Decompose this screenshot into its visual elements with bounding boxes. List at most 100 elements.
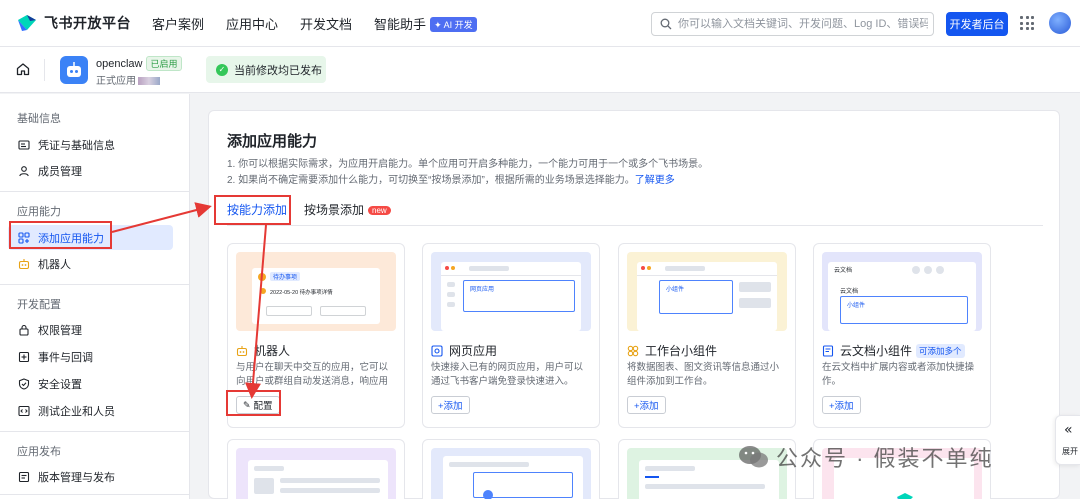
top-navbar: 飞书开放平台 客户案例 应用中心 开发文档 智能助手✦ AI 开发 开发者后台 [0,0,1080,47]
card-title-text: 机器人 [254,344,291,358]
sidebar-group-basic: 基础信息 [17,113,61,125]
sidebar-item-events[interactable]: 事件与回调 [8,344,173,369]
sidebar-item-members[interactable]: 成员管理 [8,158,173,183]
preview-highlight: 小组件 [840,296,968,324]
learn-more-link[interactable]: 了解更多 [635,175,675,186]
preview-window: 待办事项 2022-05-20 待办事项详情 [252,268,380,324]
preview-window [248,460,388,499]
expand-label: 展开 [1062,447,1078,456]
sidebar-item-test-enterprise[interactable]: 测试企业和人员 [8,398,173,423]
preview-highlight: 网页应用 [463,280,575,312]
user-avatar[interactable] [1049,12,1071,34]
annotation-box-sidebar [9,221,112,249]
sidebar-item-security[interactable]: 安全设置 [8,371,173,396]
brand[interactable]: 飞书开放平台 [16,13,142,33]
sidebar-item-label: 测试企业和人员 [38,405,115,418]
document-icon [822,344,834,357]
card-title: 网页应用 [431,342,497,359]
nav-app-center[interactable]: 应用中心 [226,14,278,33]
preview-window: 小组件 [637,262,777,331]
divider [0,431,190,432]
capability-card-workplace-widget[interactable]: 小组件 工作台小组件 将数据图表、图文资讯等信息通过小组件添加到工作台。 +添加 [618,243,796,428]
app-icon [60,56,88,84]
tabs-divider [227,225,1043,226]
add-button[interactable]: +添加 [431,396,470,414]
bot-preview-image: 待办事项 2022-05-20 待办事项详情 [236,252,396,331]
nav-dev-docs[interactable]: 开发文档 [300,14,352,33]
app-grid-icon[interactable] [1020,16,1034,30]
new-badge: new [368,206,391,215]
search-input[interactable] [678,18,928,30]
robot-icon [236,345,248,357]
preview-label: 网页应用 [470,287,495,293]
web-app-icon [431,344,443,357]
preview-window [443,456,583,499]
search-box[interactable] [651,12,934,36]
nav-customer-cases[interactable]: 客户案例 [152,14,204,33]
credential-icon [18,139,30,151]
sidebar-item-label: 凭证与基础信息 [38,139,115,152]
preview-date: 2022-05-20 待办事项详情 [270,290,333,296]
sidebar-item-version[interactable]: 版本管理与发布 [8,464,173,489]
sidebar-item-permissions[interactable]: 权限管理 [8,317,173,342]
divider [0,191,190,192]
widget-icon [627,345,639,357]
description-line-1: 1. 你可以根据实际需求，为应用开启能力。单个应用可开启多种能力，一个能力可用于… [227,159,709,170]
sidebar-item-label: 机器人 [38,258,71,271]
tab-by-scenario[interactable]: 按场景添加 new [304,201,391,218]
sidebar: 基础信息 凭证与基础信息 成员管理 应用能力 添加应用能力 机器人 开发配置 权… [0,94,190,499]
card-title: 机器人 [236,342,290,359]
developer-console-button[interactable]: 开发者后台 [946,12,1008,36]
capability-card-row2-1[interactable] [227,439,405,499]
preview-window: 云文档 云文档 小组件 [828,262,976,331]
watermark-text: 公众号 · 假装不单纯 [776,446,994,471]
shield-icon [18,377,30,390]
sidebar-group-capability: 应用能力 [17,206,61,218]
sidebar-item-label: 事件与回调 [38,351,93,364]
sidebar-item-credentials[interactable]: 凭证与基础信息 [8,132,173,157]
add-button[interactable]: +添加 [822,396,861,414]
add-button[interactable]: +添加 [627,396,666,414]
web-app-preview-image: 网页应用 [431,252,591,331]
nav-ai-assistant[interactable]: 智能助手 ✦ AI 开发 [374,14,477,33]
card-title-text: 工作台小组件 [645,344,718,358]
card-preview-image [236,448,396,499]
sidebar-item-label: 权限管理 [38,324,82,337]
card-preview-image [431,448,591,499]
preview-label: 小组件 [847,303,866,309]
watermark: 公众号 · 假装不单纯 [738,441,994,473]
redacted-id [138,77,160,85]
card-title: 工作台小组件 [627,342,717,359]
wechat-icon [739,446,768,468]
capability-card-row2-2[interactable] [422,439,600,499]
user-icon [18,165,30,177]
capability-card-doc-widget[interactable]: 云文档 云文档 小组件 云文档小组件 可添加多个 在云文档中扩展内容或者添加快捷… [813,243,991,428]
app-header-bar: openclaw 已启用 正式应用 ✓ 当前修改均已发布 [0,47,1080,93]
event-icon [18,351,30,363]
card-title-text: 网页应用 [449,344,498,358]
sidebar-item-bot[interactable]: 机器人 [8,251,173,276]
annotation-box-configure [226,390,281,416]
card-description: 将数据图表、图文资讯等信息通过小组件添加到工作台。 [627,362,780,387]
sidebar-group-dev: 开发配置 [17,299,61,311]
publish-status-text: 当前修改均已发布 [234,64,322,77]
capability-card-web-app[interactable]: 网页应用 网页应用 快速接入已有的网页应用，用户可以通过飞书客户端免登录快速进入… [422,243,600,428]
widget-preview-image: 小组件 [627,252,787,331]
preview-doc-title: 云文档 [834,268,853,274]
search-icon [660,18,672,30]
app-type: 正式应用 [96,72,160,87]
home-icon[interactable] [16,62,30,76]
preview-doc-sub: 云文档 [840,289,859,295]
annotation-box-tab [214,195,291,225]
divider [44,59,45,81]
divider [0,494,190,495]
card-title: 云文档小组件 可添加多个 [822,342,965,359]
brand-name: 飞书开放平台 [44,15,131,31]
multiple-badge: 可添加多个 [916,343,965,358]
card-description: 快速接入已有的网页应用，用户可以通过飞书客户端免登录快速进入。 [431,362,584,387]
chevron-double-left-icon: « [1064,422,1073,438]
expand-panel-tab[interactable]: « 展开 [1055,415,1080,465]
feishu-logo-icon [18,15,36,31]
sidebar-item-label: 成员管理 [38,165,82,178]
tab-by-scenario-label: 按场景添加 [304,203,365,217]
